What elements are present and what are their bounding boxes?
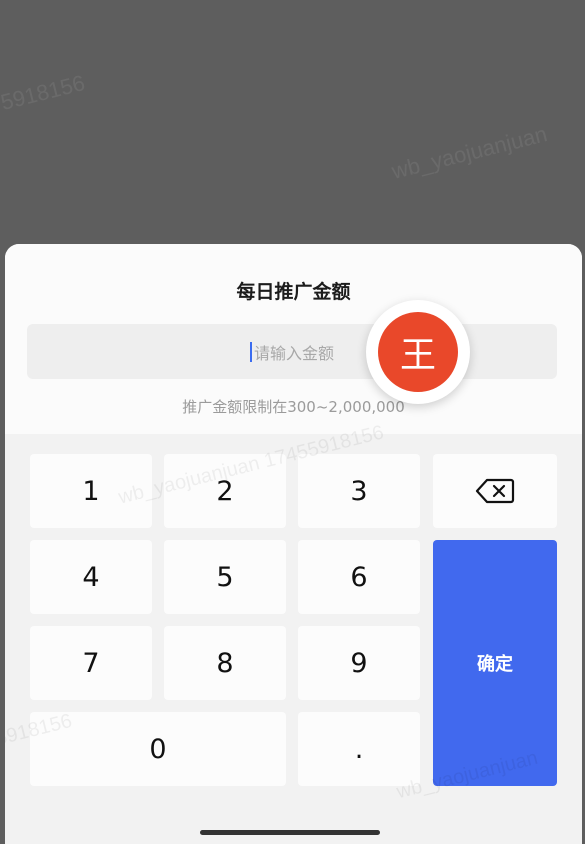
text-caret — [249, 341, 252, 362]
numeric-keypad: 1 2 3 4 5 6 确定 7 8 9 0 . — [30, 454, 557, 789]
key-3[interactable]: 3 — [298, 454, 420, 528]
amount-limit-hint: 推广金额限制在300~2,000,000 — [182, 398, 405, 416]
amount-placeholder: 请输入金额 — [253, 343, 334, 363]
sheet-header-area: 每日推广金额 请输入金额 推广金额限制在300~2,000,000 — [5, 244, 582, 434]
watermark: wb_yaojuanjuan — [389, 121, 550, 184]
amount-input[interactable]: 请输入金额 — [27, 324, 557, 379]
key-2[interactable]: 2 — [164, 454, 286, 528]
key-0[interactable]: 0 — [30, 712, 286, 786]
key-4[interactable]: 4 — [30, 540, 152, 614]
backspace-button[interactable] — [433, 454, 557, 528]
bottom-sheet: 每日推广金额 请输入金额 推广金额限制在300~2,000,000 1 2 3 … — [5, 244, 582, 844]
floating-avatar[interactable]: 王 — [366, 300, 470, 404]
key-7[interactable]: 7 — [30, 626, 152, 700]
key-5[interactable]: 5 — [164, 540, 286, 614]
key-8[interactable]: 8 — [164, 626, 286, 700]
home-indicator — [200, 830, 380, 835]
key-decimal[interactable]: . — [298, 712, 420, 786]
sheet-title: 每日推广金额 — [236, 281, 351, 303]
key-9[interactable]: 9 — [298, 626, 420, 700]
avatar: 王 — [378, 312, 458, 392]
key-1[interactable]: 1 — [30, 454, 152, 528]
confirm-button[interactable]: 确定 — [433, 540, 557, 786]
watermark: 5918156 — [0, 70, 88, 116]
backspace-icon — [475, 478, 515, 504]
key-6[interactable]: 6 — [298, 540, 420, 614]
